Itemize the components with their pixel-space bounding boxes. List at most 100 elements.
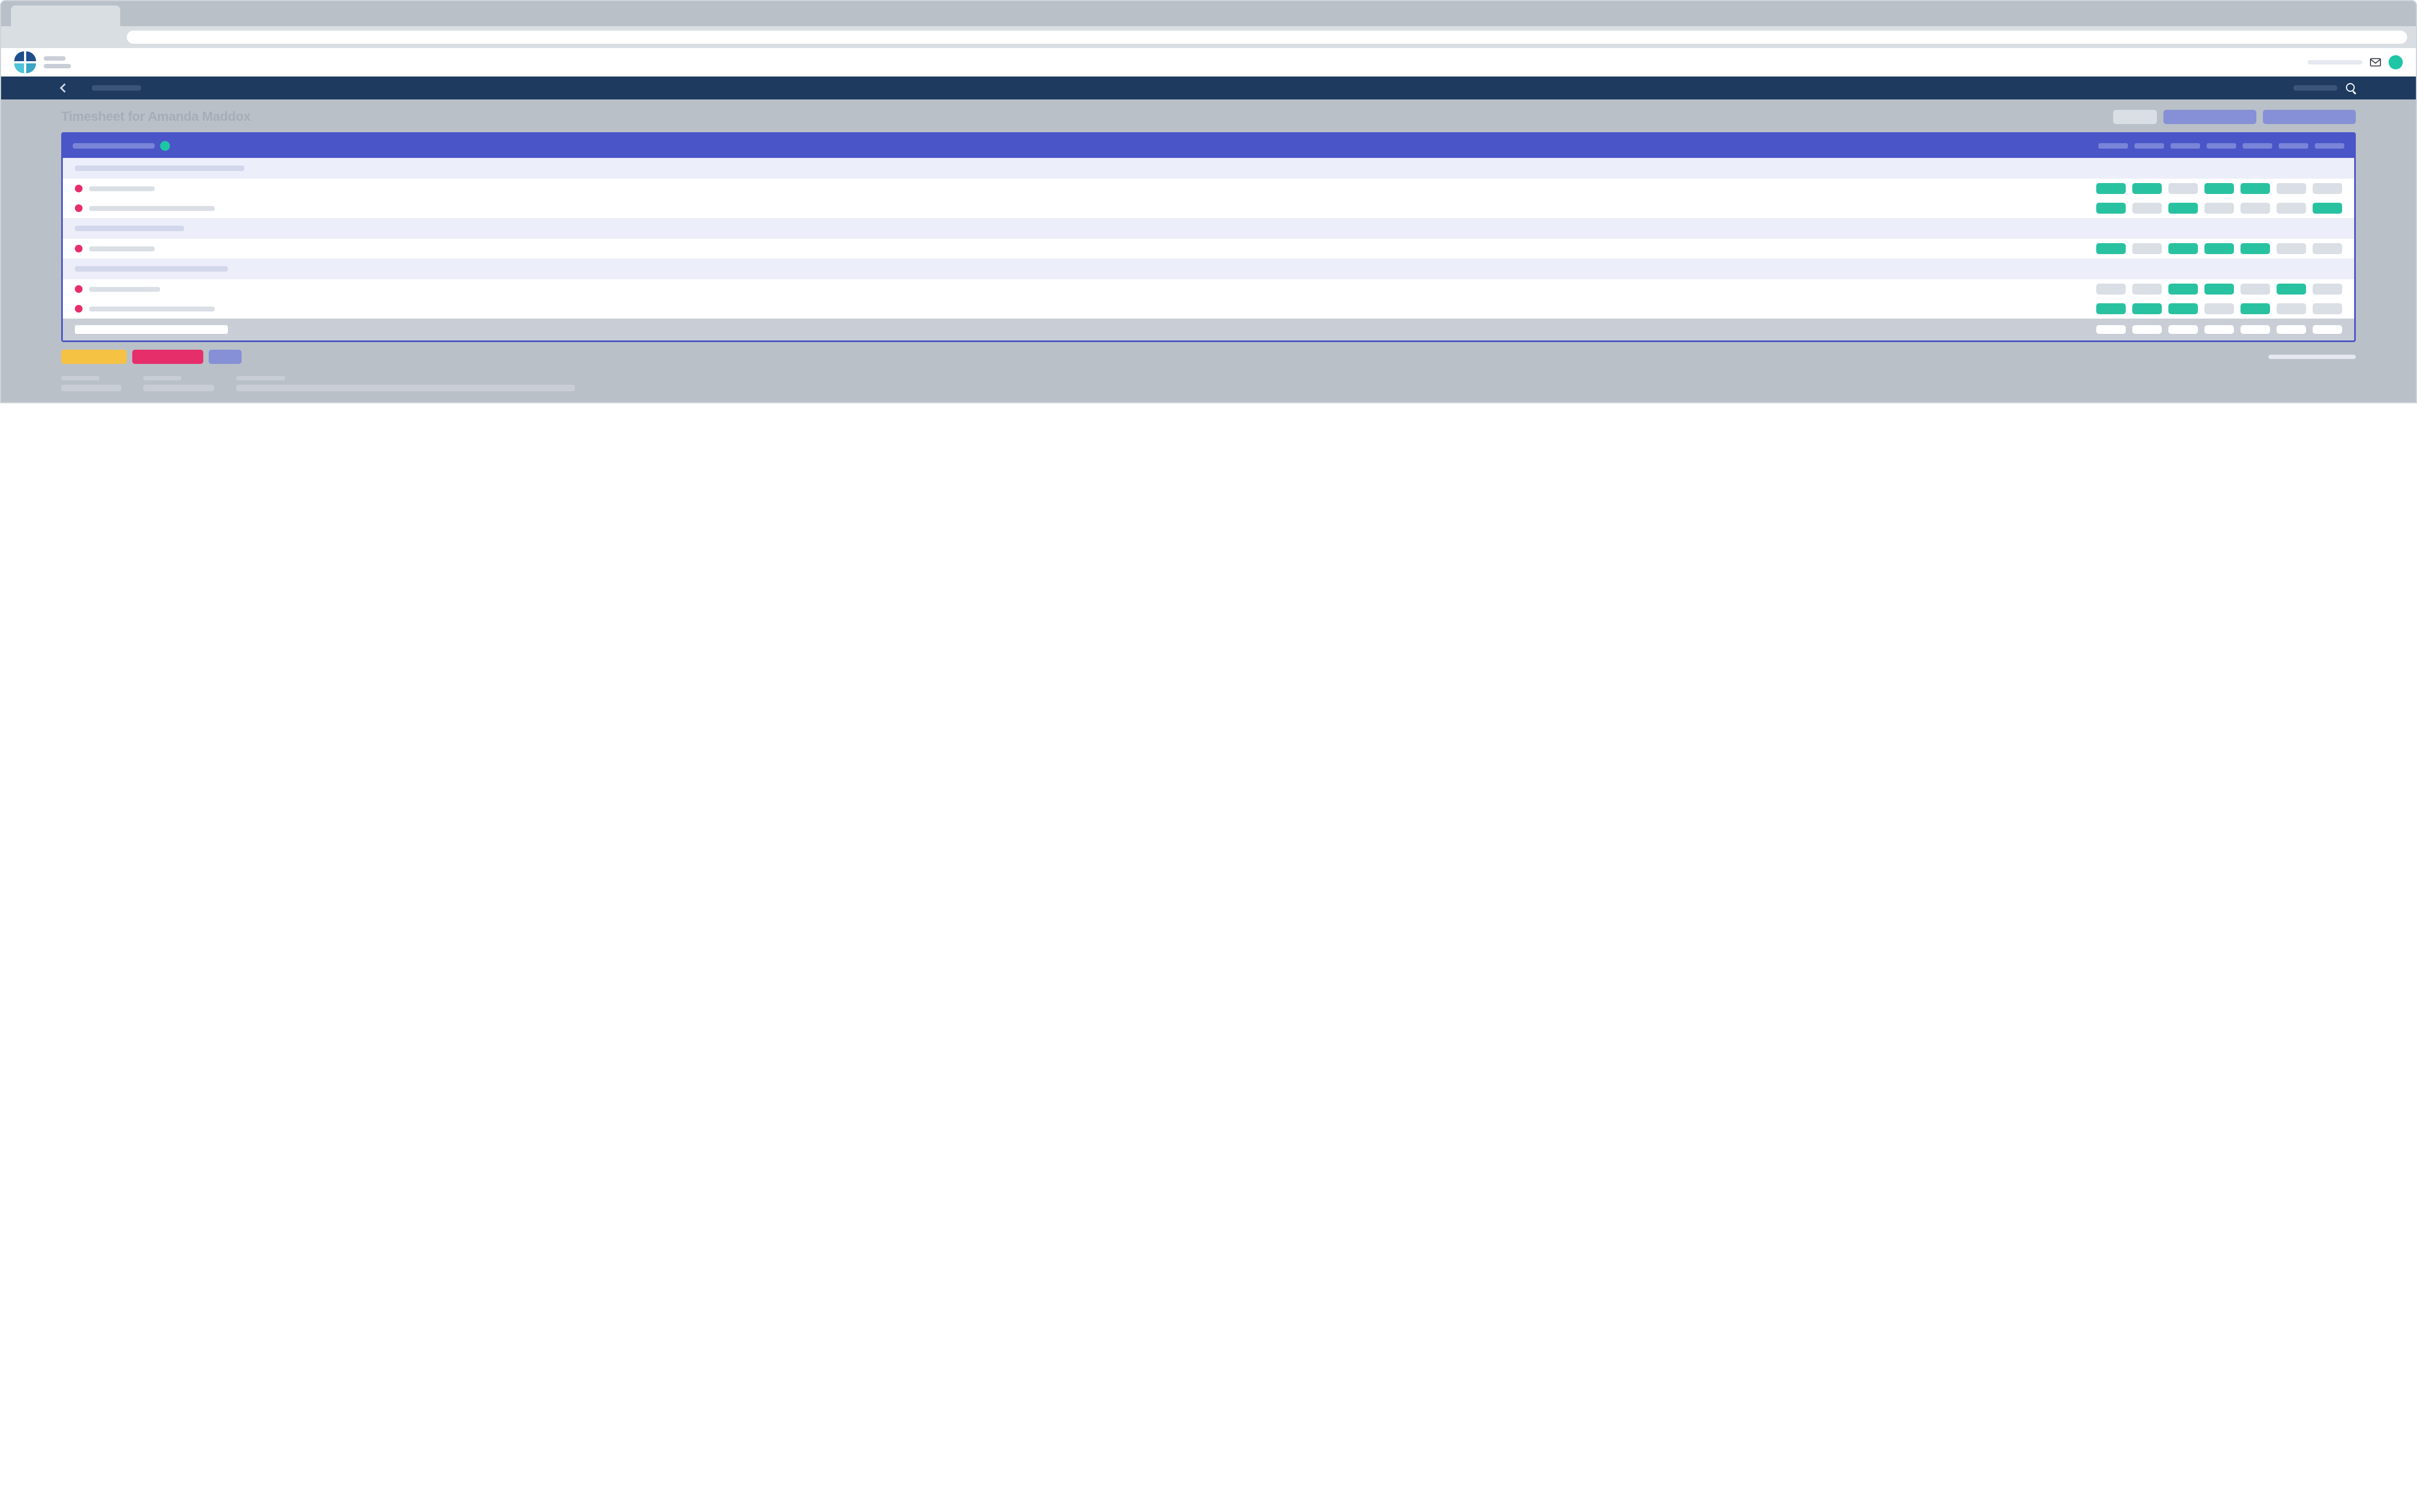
time-cell[interactable] xyxy=(2204,284,2234,295)
footer-col-head xyxy=(61,376,99,380)
secondary-nav xyxy=(1,77,2416,99)
app-logo-icon[interactable] xyxy=(14,51,36,73)
total-cell xyxy=(2277,325,2306,334)
page-content: Timesheet for Amanda Maddox xyxy=(1,99,2416,402)
footer-col-head xyxy=(143,376,181,380)
group-header xyxy=(63,218,2354,239)
time-cell[interactable] xyxy=(2096,303,2126,314)
footer-col xyxy=(236,376,575,391)
time-cell[interactable] xyxy=(2204,303,2234,314)
task-status-icon xyxy=(75,185,83,192)
time-cell[interactable] xyxy=(2096,243,2126,254)
right-link[interactable] xyxy=(2268,355,2356,359)
browser-window: Timesheet for Amanda Maddox xyxy=(0,0,2417,403)
time-cell[interactable] xyxy=(2277,183,2306,194)
title-action-secondary[interactable] xyxy=(2113,110,2157,124)
group-header xyxy=(63,258,2354,279)
time-cell[interactable] xyxy=(2313,303,2342,314)
time-cell[interactable] xyxy=(2168,203,2198,214)
task-status-icon xyxy=(75,285,83,293)
task-label xyxy=(89,206,215,211)
browser-tab-strip xyxy=(1,1,2416,26)
time-cell[interactable] xyxy=(2313,203,2342,214)
day-header xyxy=(2279,143,2308,149)
search-icon[interactable] xyxy=(2346,83,2356,93)
footer-col xyxy=(61,376,121,391)
task-row xyxy=(63,279,2354,299)
address-bar[interactable] xyxy=(127,31,2407,44)
time-cell[interactable] xyxy=(2313,284,2342,295)
footer-columns xyxy=(61,376,2356,391)
footer-col-line xyxy=(143,385,214,391)
time-cell[interactable] xyxy=(2096,183,2126,194)
group-name xyxy=(75,226,184,231)
time-cell[interactable] xyxy=(2240,183,2270,194)
time-cell[interactable] xyxy=(2168,183,2198,194)
time-cell[interactable] xyxy=(2132,303,2162,314)
time-cell[interactable] xyxy=(2096,284,2126,295)
time-cell[interactable] xyxy=(2240,243,2270,254)
time-cell[interactable] xyxy=(2204,183,2234,194)
back-icon[interactable] xyxy=(60,84,69,93)
day-header xyxy=(2098,143,2128,149)
group-header xyxy=(63,158,2354,179)
timesheet-period xyxy=(73,143,155,149)
time-cell[interactable] xyxy=(2168,303,2198,314)
time-cell[interactable] xyxy=(2132,183,2162,194)
time-cell[interactable] xyxy=(2313,243,2342,254)
group-name xyxy=(75,266,228,272)
time-cell[interactable] xyxy=(2240,303,2270,314)
time-cell[interactable] xyxy=(2096,203,2126,214)
footer-col xyxy=(143,376,214,391)
title-action-primary-2[interactable] xyxy=(2263,110,2356,124)
timesheet-total-label xyxy=(75,325,228,334)
day-header xyxy=(2315,143,2344,149)
task-label xyxy=(89,186,155,191)
mail-icon[interactable] xyxy=(2370,58,2381,67)
time-cell[interactable] xyxy=(2168,243,2198,254)
title-action-primary-1[interactable] xyxy=(2163,110,2256,124)
breadcrumb[interactable] xyxy=(92,85,141,91)
action-yellow-button[interactable] xyxy=(61,350,127,364)
total-cell xyxy=(2240,325,2270,334)
user-name-ph xyxy=(2308,60,2362,64)
task-status-icon xyxy=(75,204,83,212)
timesheet-body xyxy=(63,158,2354,319)
task-row xyxy=(63,198,2354,218)
time-cell[interactable] xyxy=(2204,243,2234,254)
app-name-line xyxy=(44,56,66,61)
total-cell xyxy=(2132,325,2162,334)
time-cell[interactable] xyxy=(2132,284,2162,295)
timesheet-footer xyxy=(63,319,2354,340)
time-cell[interactable] xyxy=(2240,284,2270,295)
time-cell[interactable] xyxy=(2277,203,2306,214)
action-pink-button[interactable] xyxy=(132,350,203,364)
task-label xyxy=(89,307,215,311)
avatar[interactable] xyxy=(2389,55,2403,69)
day-header xyxy=(2134,143,2164,149)
time-cell[interactable] xyxy=(2277,303,2306,314)
browser-tab[interactable] xyxy=(11,5,120,26)
page-title: Timesheet for Amanda Maddox xyxy=(61,109,251,125)
time-cell[interactable] xyxy=(2277,284,2306,295)
time-cell[interactable] xyxy=(2313,183,2342,194)
timesheet-card xyxy=(61,132,2356,342)
app-name xyxy=(44,56,71,68)
address-bar-row xyxy=(1,26,2416,48)
task-row xyxy=(63,299,2354,319)
day-header xyxy=(2243,143,2272,149)
group-name xyxy=(75,166,244,171)
time-cell[interactable] xyxy=(2168,284,2198,295)
time-cell[interactable] xyxy=(2277,243,2306,254)
title-row: Timesheet for Amanda Maddox xyxy=(61,109,2356,125)
task-label xyxy=(89,287,160,292)
time-cell[interactable] xyxy=(2132,203,2162,214)
time-cell[interactable] xyxy=(2132,243,2162,254)
timesheet-header xyxy=(63,134,2354,158)
time-cell[interactable] xyxy=(2204,203,2234,214)
action-purple-button[interactable] xyxy=(209,350,242,364)
total-cell xyxy=(2168,325,2198,334)
time-cell[interactable] xyxy=(2240,203,2270,214)
day-headers xyxy=(2098,143,2344,149)
footer-col-line xyxy=(61,385,121,391)
